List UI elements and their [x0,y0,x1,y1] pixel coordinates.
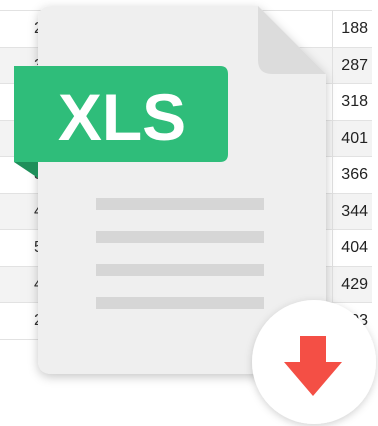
text-line [96,297,264,309]
badge-fold [14,162,38,178]
file-download-illustration: 2 188 3 287 318 401 3 366 4 344 5 404 4 [0,0,378,426]
text-line [96,231,264,243]
text-line [96,198,264,210]
text-line [96,264,264,276]
xls-badge-label: XLS [58,80,186,154]
folded-corner [258,6,326,74]
xls-file-icon: XLS [14,6,376,424]
